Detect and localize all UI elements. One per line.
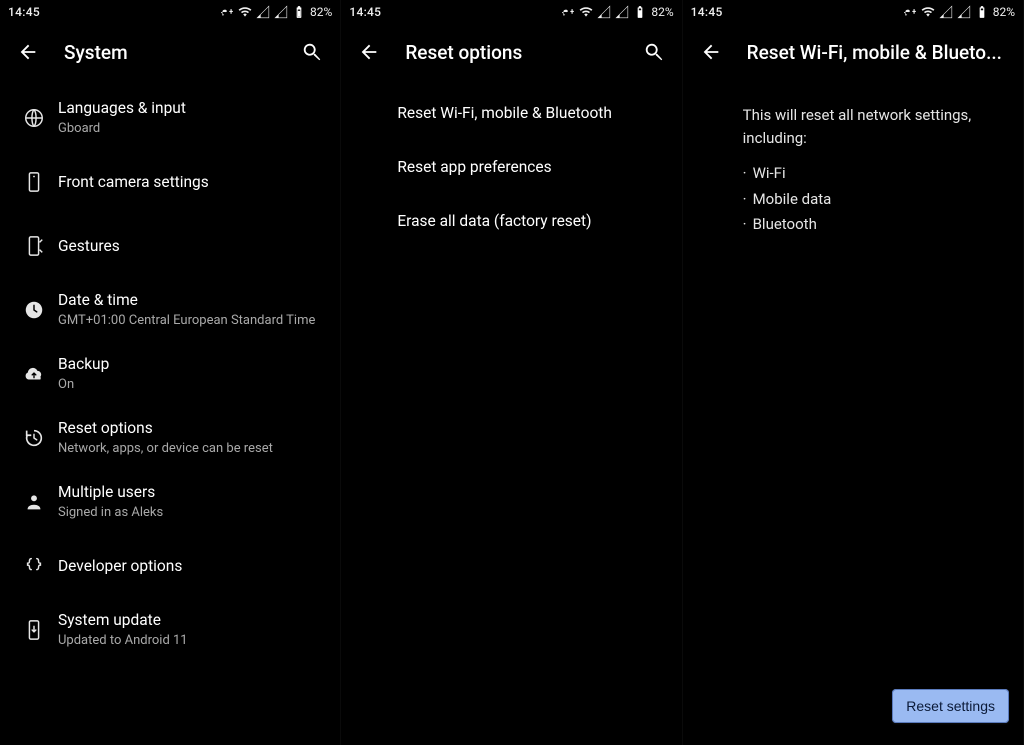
vpn-key-icon [561, 5, 575, 19]
description-text: This will reset all network settings, in… [683, 80, 1023, 149]
battery-text: 82% [310, 5, 332, 19]
item-title: Front camera settings [58, 172, 324, 192]
reset-settings-button[interactable]: Reset settings [892, 689, 1009, 723]
status-bar: 14:45 82% [0, 0, 340, 24]
item-title: Reset options [58, 418, 324, 438]
panel-reset-network: 14:45 82% Reset Wi-Fi, mobile & Blueto..… [683, 0, 1024, 745]
back-button[interactable] [8, 32, 48, 72]
item-subtitle: GMT+01:00 Central European Standard Time [58, 313, 324, 330]
item-date-time[interactable]: Date & time GMT+01:00 Central European S… [0, 278, 340, 342]
item-title: Languages & input [58, 98, 324, 118]
search-button[interactable] [292, 32, 332, 72]
app-bar-reset-network: Reset Wi-Fi, mobile & Blueto... [683, 24, 1023, 80]
status-time: 14:45 [8, 5, 220, 19]
item-reset-app-prefs[interactable]: Reset app preferences [341, 140, 681, 194]
reset-list: Reset Wi-Fi, mobile & Bluetooth Reset ap… [341, 80, 681, 745]
item-system-update[interactable]: System update Updated to Android 11 [0, 598, 340, 662]
signal-2-icon [274, 5, 288, 19]
item-title: System update [58, 610, 324, 630]
back-button[interactable] [349, 32, 389, 72]
item-title: Gestures [58, 236, 324, 256]
back-arrow-icon [358, 41, 380, 63]
panel-reset-options: 14:45 82% Reset options Reset Wi-Fi, mob… [341, 0, 682, 745]
item-multiple-users[interactable]: Multiple users Signed in as Aleks [0, 470, 340, 534]
bullet-list: Wi-Fi Mobile data Bluetooth [683, 149, 1023, 238]
signal-1-icon [256, 5, 270, 19]
status-time: 14:45 [349, 5, 561, 19]
status-bar: 14:45 82% [683, 0, 1023, 24]
search-icon [301, 41, 323, 63]
person-icon [10, 491, 58, 513]
status-icons: 82% [561, 5, 673, 19]
gesture-phone-icon [10, 235, 58, 257]
back-arrow-icon [700, 41, 722, 63]
battery-icon [975, 5, 989, 19]
item-title: Multiple users [58, 482, 324, 502]
item-backup[interactable]: Backup On [0, 342, 340, 406]
item-subtitle: Signed in as Aleks [58, 505, 324, 522]
restore-icon [10, 427, 58, 449]
wifi-icon [921, 5, 935, 19]
bullet-wifi: Wi-Fi [743, 161, 999, 187]
item-languages-input[interactable]: Languages & input Gboard [0, 86, 340, 150]
page-title: System [60, 41, 280, 64]
item-subtitle: Gboard [58, 121, 324, 138]
app-bar-reset-options: Reset options [341, 24, 681, 80]
page-title: Reset options [401, 41, 621, 64]
battery-icon [633, 5, 647, 19]
search-button[interactable] [634, 32, 674, 72]
item-title: Developer options [58, 556, 324, 576]
signal-2-icon [957, 5, 971, 19]
item-front-camera[interactable]: Front camera settings [0, 150, 340, 214]
phone-camera-icon [10, 171, 58, 193]
item-subtitle: Network, apps, or device can be reset [58, 441, 324, 458]
wifi-icon [238, 5, 252, 19]
item-gestures[interactable]: Gestures [0, 214, 340, 278]
battery-text: 82% [993, 5, 1015, 19]
vpn-key-icon [903, 5, 917, 19]
braces-icon [10, 555, 58, 577]
status-icons: 82% [220, 5, 332, 19]
panel-system: 14:45 82% System Languages & input Gboar… [0, 0, 341, 745]
signal-2-icon [615, 5, 629, 19]
page-title: Reset Wi-Fi, mobile & Blueto... [743, 41, 1015, 64]
system-update-icon [10, 619, 58, 641]
item-title: Date & time [58, 290, 324, 310]
back-arrow-icon [17, 41, 39, 63]
item-title: Backup [58, 354, 324, 374]
globe-icon [10, 107, 58, 129]
status-bar: 14:45 82% [341, 0, 681, 24]
settings-list: Languages & input Gboard Front camera se… [0, 80, 340, 745]
status-time: 14:45 [691, 5, 903, 19]
vpn-key-icon [220, 5, 234, 19]
item-subtitle: On [58, 377, 324, 394]
bullet-bluetooth: Bluetooth [743, 212, 999, 238]
battery-text: 82% [651, 5, 673, 19]
item-reset-options[interactable]: Reset options Network, apps, or device c… [0, 406, 340, 470]
signal-1-icon [597, 5, 611, 19]
battery-icon [292, 5, 306, 19]
back-button[interactable] [691, 32, 731, 72]
item-reset-network[interactable]: Reset Wi-Fi, mobile & Bluetooth [341, 86, 681, 140]
bullet-mobile-data: Mobile data [743, 187, 999, 213]
item-developer-options[interactable]: Developer options [0, 534, 340, 598]
wifi-icon [579, 5, 593, 19]
app-bar-system: System [0, 24, 340, 80]
item-factory-reset[interactable]: Erase all data (factory reset) [341, 194, 681, 248]
item-subtitle: Updated to Android 11 [58, 633, 324, 650]
cloud-upload-icon [10, 363, 58, 385]
clock-icon [10, 299, 58, 321]
signal-1-icon [939, 5, 953, 19]
status-icons: 82% [903, 5, 1015, 19]
search-icon [643, 41, 665, 63]
